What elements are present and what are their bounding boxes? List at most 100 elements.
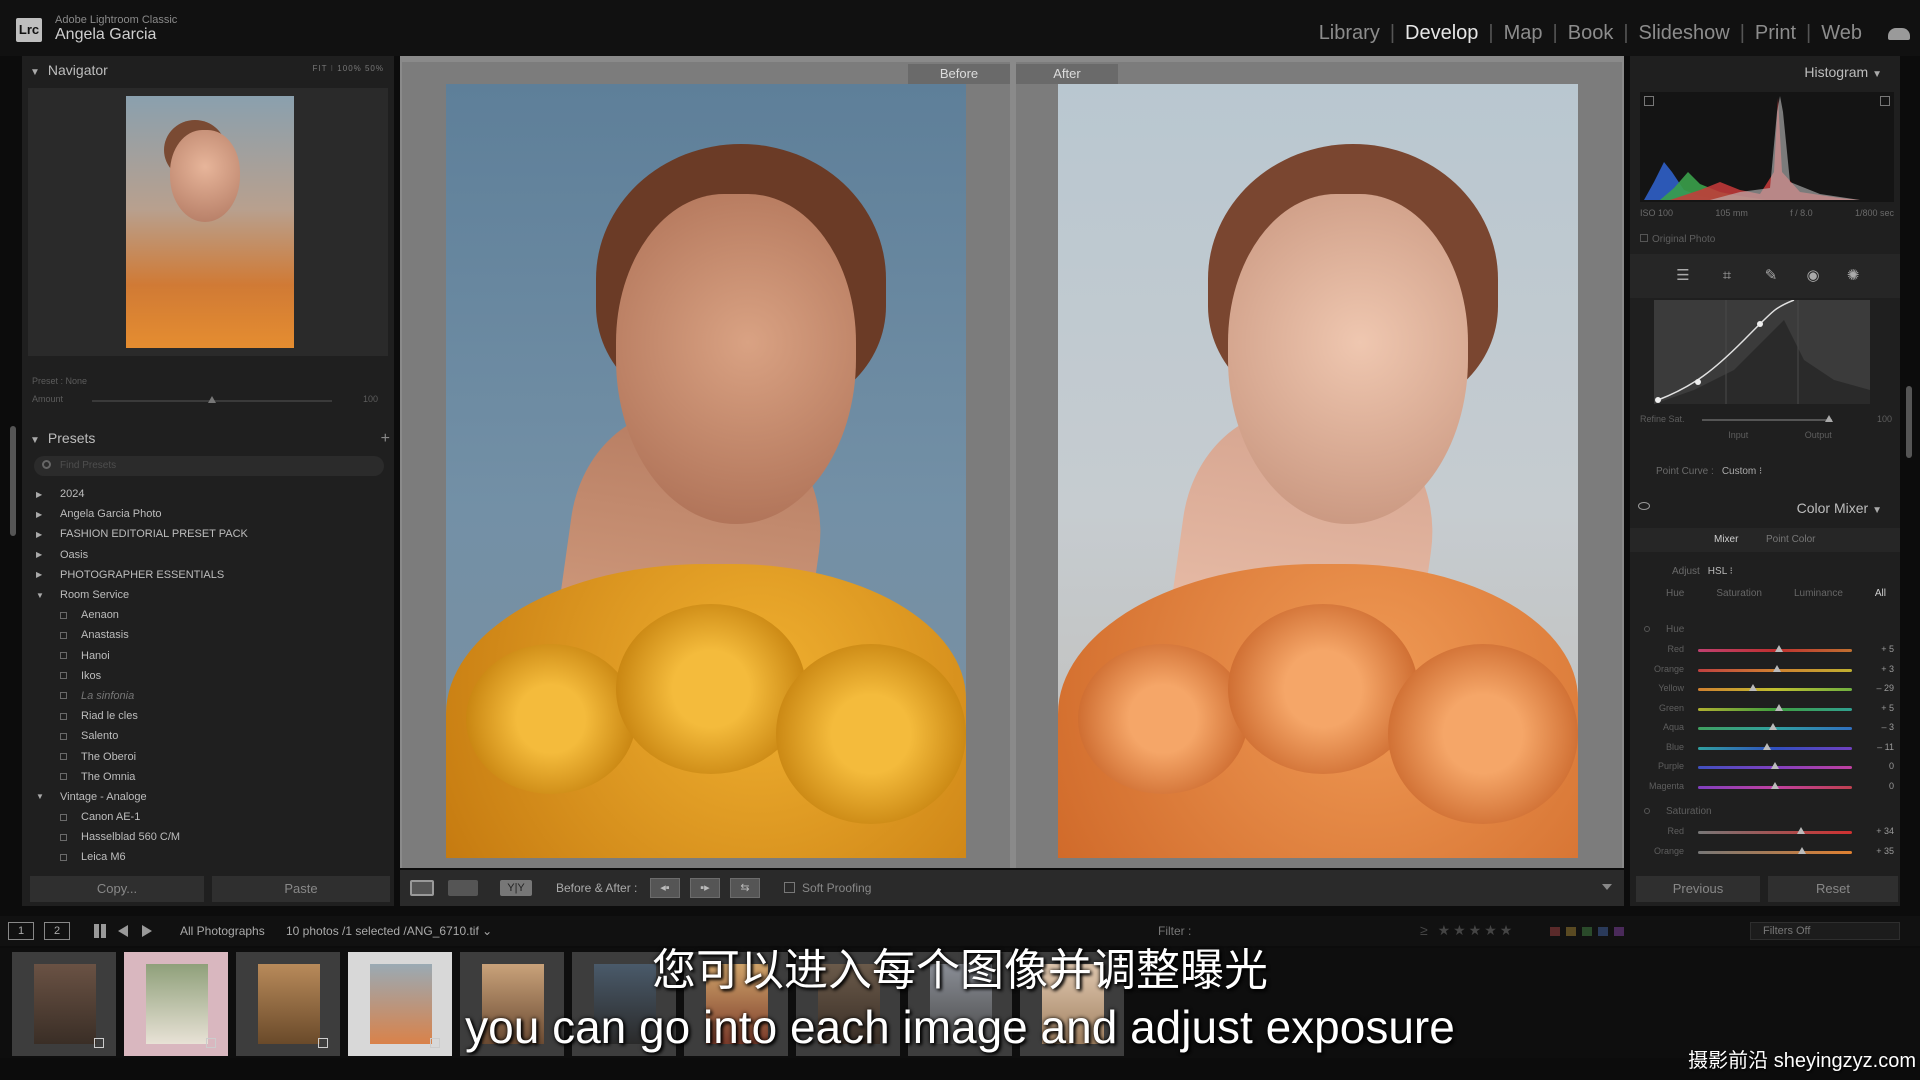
collapsed-triangle-icon[interactable]: ▶	[36, 530, 46, 539]
collapsed-triangle-icon[interactable]: ▶	[36, 490, 46, 499]
preset-item[interactable]: Hasselblad 560 C/M	[36, 827, 386, 847]
module-library[interactable]: Library	[1309, 22, 1390, 45]
loupe-view-icon[interactable]	[410, 880, 434, 896]
preset-group[interactable]: ▼ Vintage - Analoge	[36, 787, 386, 807]
tab-saturation[interactable]: Saturation	[1716, 588, 1762, 599]
original-photo-checkbox[interactable]	[1640, 234, 1648, 242]
preset-item[interactable]: The Oberoi	[36, 746, 386, 766]
curve-point[interactable]	[1655, 397, 1661, 403]
preset-item[interactable]: Hanoi	[36, 646, 386, 666]
slider-blue[interactable]: Blue – 11	[1644, 740, 1894, 759]
slider-thumb[interactable]	[1797, 827, 1806, 834]
collapsed-triangle-icon[interactable]: ▶	[36, 510, 46, 519]
tone-curve-graph[interactable]	[1654, 299, 1870, 404]
preset-group[interactable]: ▶ Oasis	[36, 545, 386, 565]
copy-after-to-before-button[interactable]: ◂▪	[650, 878, 680, 898]
slider-yellow[interactable]: Yellow – 29	[1644, 681, 1894, 700]
tab-hue[interactable]: Hue	[1666, 588, 1684, 599]
curve-point[interactable]	[1757, 321, 1763, 327]
preset-item[interactable]: Anastasis	[36, 625, 386, 645]
cloud-sync-icon[interactable]	[1888, 28, 1910, 40]
highlight-clipping-icon[interactable]	[1880, 96, 1890, 106]
slider-aqua[interactable]: Aqua – 3	[1644, 720, 1894, 739]
refine-slider-thumb[interactable]	[1825, 415, 1834, 422]
left-panel-scrollbar[interactable]	[10, 426, 16, 536]
module-book[interactable]: Book	[1558, 22, 1624, 45]
after-photo[interactable]	[1058, 84, 1578, 858]
slider-thumb[interactable]	[1748, 684, 1757, 691]
slider-thumb[interactable]	[1771, 781, 1779, 789]
paste-settings-button[interactable]: Paste	[212, 876, 390, 902]
expanded-triangle-icon[interactable]: ▼	[36, 792, 46, 801]
swap-before-after-button[interactable]: ⇆	[730, 878, 760, 898]
preset-item[interactable]: Riad le cles	[36, 706, 386, 726]
curve-point[interactable]	[1695, 379, 1701, 385]
right-panel-scrollbar[interactable]	[1906, 386, 1912, 458]
tab-point-color[interactable]: Point Color	[1766, 534, 1815, 545]
targeted-adjust-icon[interactable]	[1644, 626, 1650, 632]
reset-button[interactable]: Reset	[1768, 876, 1898, 902]
point-curve-select[interactable]: Point Curve : Custom ⁝	[1656, 466, 1762, 477]
red-eye-icon[interactable]: ◉	[1804, 268, 1822, 284]
slider-orange[interactable]: Orange + 3	[1644, 662, 1894, 681]
copy-settings-button[interactable]: Copy...	[30, 876, 204, 902]
module-slideshow[interactable]: Slideshow	[1629, 22, 1740, 45]
slider-red[interactable]: Red + 5	[1644, 642, 1894, 661]
slider-green[interactable]: Green + 5	[1644, 701, 1894, 720]
before-after-mode-button[interactable]: Y|Y	[500, 880, 532, 896]
healing-brush-icon[interactable]: ✎	[1762, 268, 1780, 284]
reference-view-icon[interactable]	[448, 880, 478, 896]
tab-all[interactable]: All	[1875, 588, 1886, 599]
slider-magenta[interactable]: Magenta 0	[1644, 779, 1894, 798]
collapsed-triangle-icon[interactable]: ▶	[36, 550, 46, 559]
preset-item[interactable]: Aenaon	[36, 605, 386, 625]
slider-thumb[interactable]	[1774, 703, 1783, 711]
soft-proofing-checkbox[interactable]	[784, 882, 795, 893]
slider-thumb[interactable]	[1762, 742, 1771, 750]
navigator-zoom-options[interactable]: FIT ⁝ 100% 50%	[312, 64, 384, 73]
slider-track[interactable]	[1698, 850, 1852, 854]
color-mixer-header[interactable]: Color Mixer ▼	[1630, 496, 1900, 522]
navigator-thumbnail[interactable]	[126, 96, 294, 348]
slider-thumb[interactable]	[1773, 664, 1782, 672]
toolbar-menu-chevron-icon[interactable]	[1602, 884, 1612, 890]
preset-group[interactable]: ▶ 2024	[36, 484, 386, 504]
preset-group[interactable]: ▶ PHOTOGRAPHER ESSENTIALS	[36, 565, 386, 585]
edit-sliders-icon[interactable]: ☰	[1674, 268, 1692, 284]
module-web[interactable]: Web	[1811, 22, 1872, 45]
point-curve-value[interactable]: Custom ⁝	[1722, 466, 1762, 477]
original-photo-toggle[interactable]: Original Photo	[1640, 234, 1715, 245]
preset-item[interactable]: Ikos	[36, 666, 386, 686]
module-map[interactable]: Map	[1494, 22, 1553, 45]
slider-thumb[interactable]	[1768, 723, 1777, 730]
slider-thumb[interactable]	[1774, 645, 1783, 652]
before-pane[interactable]: Before	[402, 62, 1010, 868]
expanded-triangle-icon[interactable]: ▼	[36, 591, 46, 600]
before-photo[interactable]	[446, 84, 966, 858]
preset-item[interactable]: The Omnia	[36, 767, 386, 787]
slider-track[interactable]	[1698, 831, 1852, 834]
preset-item[interactable]: Canon AE-1	[36, 807, 386, 827]
preset-group[interactable]: ▶ Angela Garcia Photo	[36, 504, 386, 524]
preset-item[interactable]: Salento	[36, 726, 386, 746]
tab-mixer[interactable]: Mixer	[1714, 534, 1738, 545]
histogram-header[interactable]: Histogram ▼	[1804, 64, 1890, 80]
slider-orange[interactable]: Orange + 35	[1644, 844, 1894, 863]
histogram-graph[interactable]	[1640, 92, 1894, 202]
adjust-select[interactable]: Adjust HSL ⁝	[1672, 566, 1733, 577]
masking-icon[interactable]: ✺	[1844, 268, 1862, 284]
previous-button[interactable]: Previous	[1636, 876, 1760, 902]
module-develop[interactable]: Develop	[1395, 22, 1488, 45]
tab-luminance[interactable]: Luminance	[1794, 588, 1843, 599]
copy-before-to-after-button[interactable]: ▪▸	[690, 878, 720, 898]
shadow-clipping-icon[interactable]	[1644, 96, 1654, 106]
targeted-adjust-icon[interactable]	[1644, 808, 1650, 814]
refine-slider-track[interactable]	[1702, 419, 1832, 421]
preset-item[interactable]: Leica M6	[36, 847, 386, 867]
after-pane[interactable]: After	[1016, 62, 1622, 868]
slider-thumb[interactable]	[1797, 846, 1806, 854]
preset-group[interactable]: ▼ Room Service	[36, 585, 386, 605]
crop-icon[interactable]: ⌗	[1718, 268, 1736, 284]
amount-slider-thumb[interactable]	[208, 396, 216, 403]
slider-purple[interactable]: Purple 0	[1644, 759, 1894, 778]
